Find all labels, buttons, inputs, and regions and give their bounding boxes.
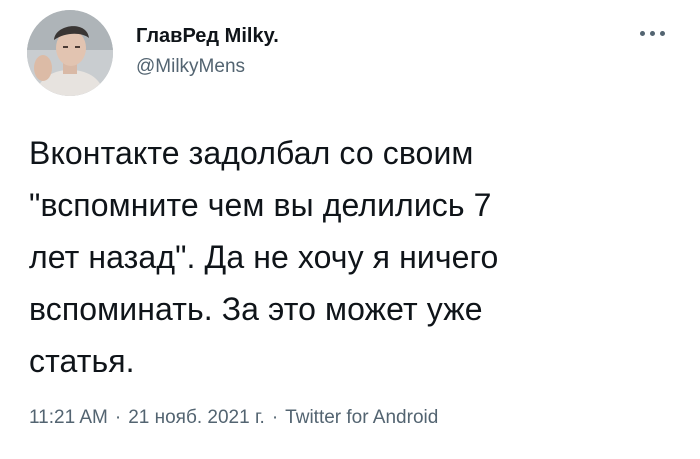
tweet-text-line: статья. xyxy=(29,343,135,379)
tweet-text-line: вспоминать. За это может уже xyxy=(29,291,483,327)
author-info: ГлавРед Milky. @MilkyMens xyxy=(136,24,279,78)
tweet-card: ГлавРед Milky. @MilkyMens Вконтакте задо… xyxy=(0,0,700,459)
tweet-date[interactable]: 21 нояб. 2021 г. xyxy=(128,407,265,428)
tweet-meta: 11:21 AM · 21 нояб. 2021 г. · Twitter for An… xyxy=(29,406,438,430)
tweet-text-line: лет назад". Да не хочу я ничего xyxy=(29,239,499,275)
meta-separator: · xyxy=(271,407,279,428)
author-display-name[interactable]: ГлавРед Milky. xyxy=(136,24,279,48)
author-avatar[interactable] xyxy=(27,10,113,96)
tweet-time[interactable]: 11:21 AM xyxy=(29,407,108,428)
tweet-source-link[interactable]: Twitter for Android xyxy=(285,407,438,428)
tweet-text-line: Вконтакте задолбал со своим xyxy=(29,135,474,171)
tweet-text-line: "вспомните чем вы делились 7 xyxy=(29,187,492,223)
avatar-photo-icon xyxy=(27,10,113,96)
author-handle[interactable]: @MilkyMens xyxy=(136,56,279,78)
meta-separator: · xyxy=(114,407,122,428)
tweet-text: Вконтакте задолбал со своим "вспомните ч… xyxy=(29,127,679,387)
more-horizontal-icon[interactable] xyxy=(636,26,670,40)
